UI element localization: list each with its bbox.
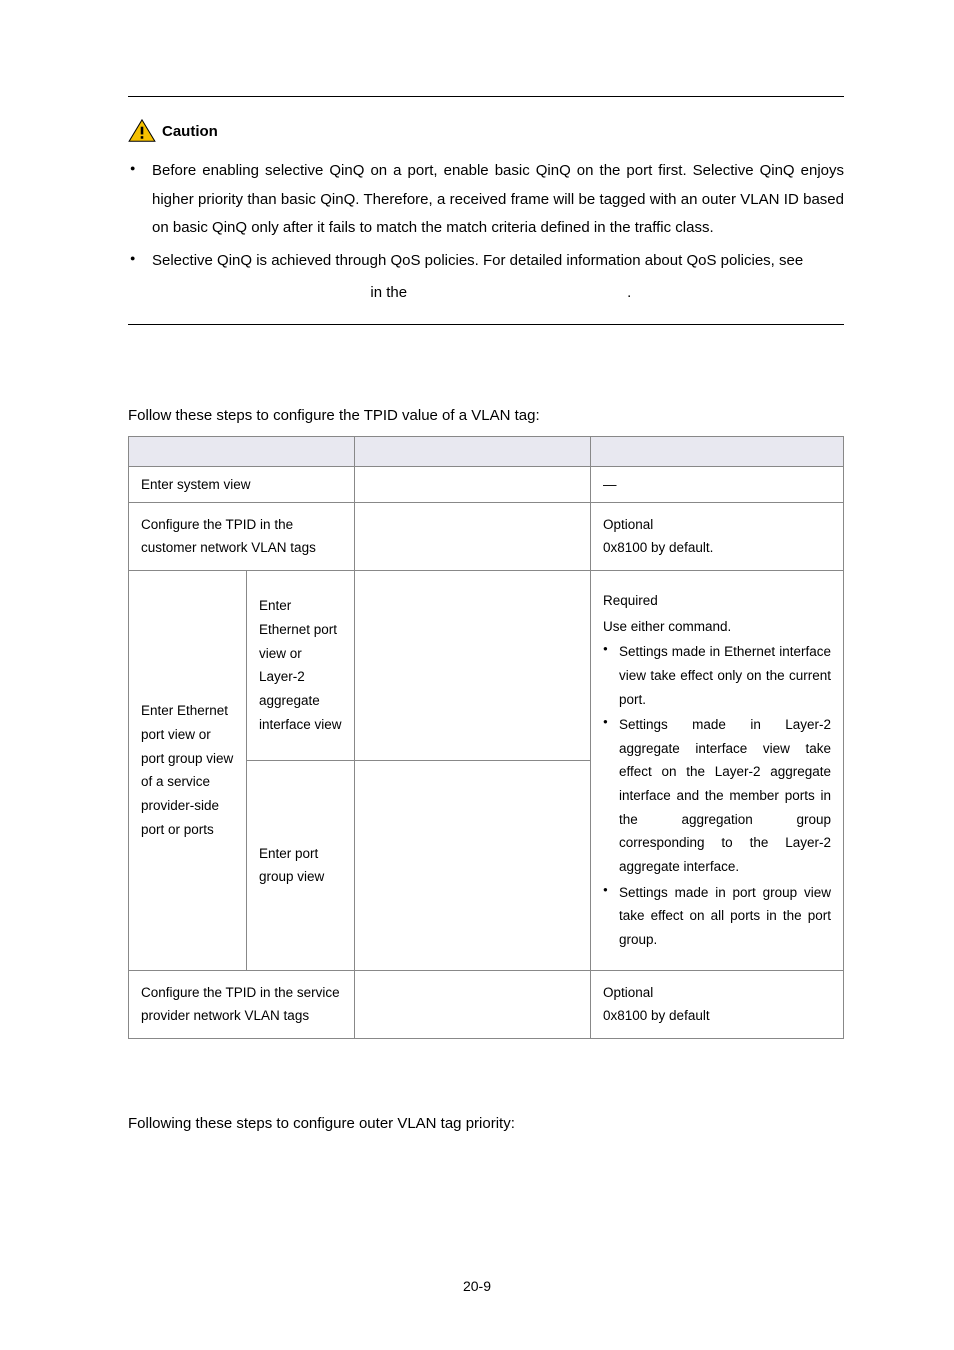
cell-command: [355, 466, 591, 502]
col-remarks: [591, 436, 844, 466]
cell-command: [355, 970, 591, 1038]
table-header-row: [129, 436, 844, 466]
cell-todo: Configure the TPID in the customer netwo…: [129, 502, 355, 570]
remarks-line: Required: [603, 589, 831, 613]
tpid-config-table: Enter system view — Configure the TPID i…: [128, 436, 844, 1040]
table-row: Configure the TPID in the service provid…: [129, 970, 844, 1038]
cell-command: [355, 760, 591, 970]
cell-command: [355, 502, 591, 570]
tpid-intro: Follow these steps to configure the TPID…: [128, 407, 844, 424]
remarks-line: 0x8100 by default: [603, 1004, 831, 1028]
caution-bullet-list: Before enabling selective QinQ on a port…: [128, 157, 844, 275]
table-row: Configure the TPID in the customer netwo…: [129, 502, 844, 570]
remarks-line: Optional: [603, 981, 831, 1005]
caution-label: Caution: [162, 123, 218, 140]
cell-sub-todo: Enter Ethernet port view or Layer-2 aggr…: [247, 570, 355, 760]
cell-remarks: Optional 0x8100 by default: [591, 970, 844, 1038]
cell-todo-group: Enter Ethernet port view or port group v…: [129, 570, 247, 970]
col-command: [355, 436, 591, 466]
remarks-line: Optional: [603, 513, 831, 537]
cell-command: [355, 570, 591, 760]
remarks-line: Use either command.: [603, 615, 831, 639]
caution-bullet-2: Selective QinQ is achieved through QoS p…: [152, 247, 844, 276]
horizontal-rule: [128, 96, 844, 97]
table-row: Enter Ethernet port view or port group v…: [129, 570, 844, 760]
trailing-in-the: in the: [341, 279, 627, 308]
priority-intro: Following these steps to configure outer…: [128, 1115, 844, 1132]
remarks-bullet: Settings made in port group view take ef…: [603, 881, 831, 952]
page-number: 20-9: [0, 1278, 954, 1294]
remarks-bullet: Settings made in Layer-2 aggregate inter…: [603, 713, 831, 878]
cell-remarks: —: [591, 466, 844, 502]
remarks-bullets: Settings made in Ethernet interface view…: [603, 640, 831, 951]
cell-sub-todo: Enter port group view: [247, 760, 355, 970]
cell-remarks: Required Use either command. Settings ma…: [591, 570, 844, 970]
col-todo: [129, 436, 355, 466]
caution-bullet-1: Before enabling selective QinQ on a port…: [152, 157, 844, 243]
table-row: Enter system view —: [129, 466, 844, 502]
caution-triangle-icon: [128, 119, 156, 143]
caution-heading: Caution: [128, 119, 844, 143]
cell-remarks: Optional 0x8100 by default.: [591, 502, 844, 570]
remarks-line: 0x8100 by default.: [603, 536, 831, 560]
cell-todo: Configure the TPID in the service provid…: [129, 970, 355, 1038]
trailing-dot: .: [627, 279, 631, 308]
horizontal-rule: [128, 324, 844, 325]
remarks-bullet: Settings made in Ethernet interface view…: [603, 640, 831, 711]
caution-trailing-line: in the.: [128, 279, 844, 308]
cell-todo: Enter system view: [129, 466, 355, 502]
